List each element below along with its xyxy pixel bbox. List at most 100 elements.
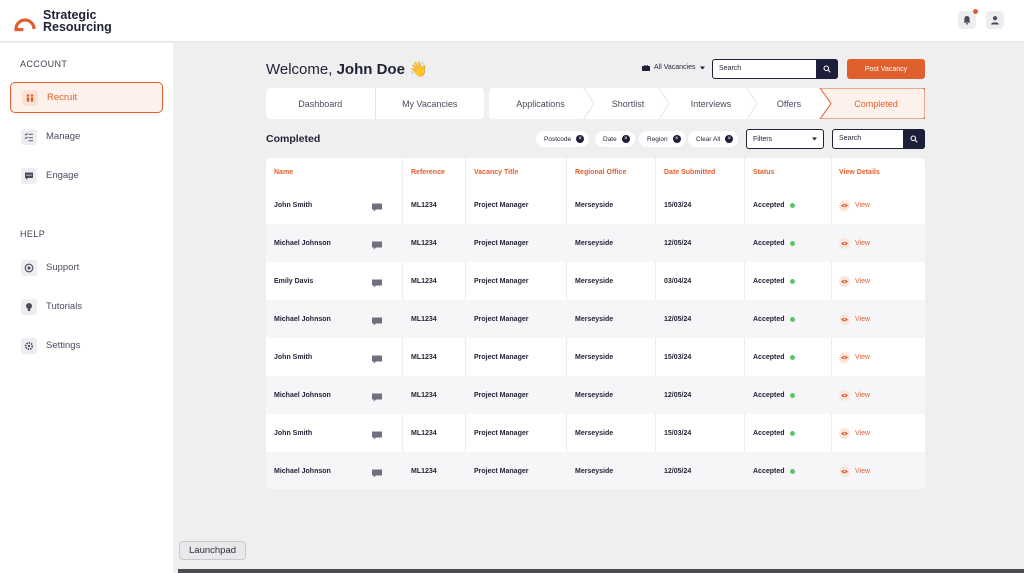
cell-reference: ML1234 <box>411 239 437 247</box>
bell-icon <box>963 16 971 25</box>
table-search-button[interactable] <box>903 129 925 149</box>
tab-offers[interactable]: Offers <box>753 88 825 119</box>
cell-status: Accepted <box>753 338 795 376</box>
sidebar-item-recruit[interactable]: Recruit <box>10 82 163 113</box>
view-details-link[interactable]: View <box>839 300 870 338</box>
table-row[interactable]: Michael Johnson ML1234 Project Manager Mers… <box>266 376 925 414</box>
header-search-button[interactable] <box>816 59 838 79</box>
sidebar-item-support[interactable]: Support <box>10 252 163 283</box>
tab-completed[interactable]: Completed <box>827 88 925 119</box>
search-icon <box>823 65 831 73</box>
cell-name: Emily Davis <box>274 277 314 285</box>
dock-bar <box>178 569 1024 573</box>
cell-reference: ML1234 <box>411 277 437 285</box>
message-icon[interactable] <box>372 389 382 402</box>
column-header-name[interactable]: Name <box>274 158 293 186</box>
close-icon[interactable]: × <box>621 135 630 143</box>
notification-dot <box>973 9 978 14</box>
table-search-input[interactable]: Search <box>832 129 925 149</box>
notifications-button[interactable] <box>958 9 978 29</box>
column-header-vacancy-title[interactable]: Vacancy Title <box>474 158 518 186</box>
cell-regional-office: Merseyside <box>575 239 614 247</box>
filter-chip-date[interactable]: Date × <box>595 131 635 147</box>
vacancy-select[interactable]: All Vacancies <box>642 64 705 71</box>
message-icon[interactable] <box>372 275 382 288</box>
filter-chip-postcode[interactable]: Postcode × <box>536 131 590 147</box>
column-header-reference[interactable]: Reference <box>411 158 445 186</box>
view-details-link[interactable]: View <box>839 186 870 224</box>
column-header-view-details[interactable]: View Details <box>839 158 880 186</box>
stage-tabs: Applications Shortlist Interviews Offers… <box>489 88 925 119</box>
tab-my-vacancies[interactable]: My Vacancies <box>376 88 485 119</box>
filter-chip-clear-all[interactable]: Clear All × <box>688 131 739 147</box>
cell-regional-office: Merseyside <box>575 315 614 323</box>
sidebar-item-engage[interactable]: Engage <box>10 160 163 191</box>
filters-dropdown[interactable]: Filters <box>746 129 824 149</box>
sidebar-item-settings[interactable]: Settings <box>10 330 163 361</box>
table-row[interactable]: John Smith ML1234 Project Manager Merseysid… <box>266 338 925 376</box>
view-details-link[interactable]: View <box>839 452 870 489</box>
view-label: View <box>855 315 871 323</box>
table-row[interactable]: Michael Johnson ML1234 Project Manager Mers… <box>266 224 925 262</box>
sidebar-item-label: Manage <box>46 131 81 142</box>
table-row[interactable]: Michael Johnson ML1234 Project Manager Mers… <box>266 300 925 338</box>
tab-dashboard[interactable]: Dashboard <box>266 88 376 119</box>
cell-vacancy-title: Project Manager <box>474 277 529 285</box>
message-icon[interactable] <box>372 313 382 326</box>
message-icon[interactable] <box>372 351 382 364</box>
view-details-link[interactable]: View <box>839 262 870 300</box>
cell-date-submitted: 15/03/24 <box>664 429 692 437</box>
close-icon[interactable]: × <box>672 135 681 143</box>
filter-chip-region[interactable]: Region × <box>639 131 686 147</box>
cell-status: Accepted <box>753 224 795 262</box>
close-icon[interactable]: × <box>576 135 585 143</box>
table-header: Name Reference Vacancy Title Regional Of… <box>266 158 925 186</box>
sidebar-item-manage[interactable]: Manage <box>10 121 163 152</box>
table-row[interactable]: Michael Johnson ML1234 Project Manager Mers… <box>266 452 925 489</box>
briefcase-icon <box>642 64 650 71</box>
logo-line-2: Resourcing <box>43 20 112 34</box>
status-label: Accepted <box>753 467 785 475</box>
logo-mark-icon <box>13 10 37 32</box>
launchpad-tooltip: Launchpad <box>179 541 247 560</box>
header-search-placeholder: Search <box>719 65 742 72</box>
cell-reference: ML1234 <box>411 429 437 437</box>
post-vacancy-button[interactable]: Post Vacancy <box>847 59 925 79</box>
cell-vacancy-title: Project Manager <box>474 201 529 209</box>
logo[interactable]: Strategic Resourcing <box>13 9 112 33</box>
column-header-date-submitted[interactable]: Date Submitted <box>664 158 715 186</box>
view-details-link[interactable]: View <box>839 224 870 262</box>
column-header-status[interactable]: Status <box>753 158 774 186</box>
message-icon[interactable] <box>372 465 382 478</box>
table-row[interactable]: Emily Davis ML1234 Project Manager Merseysi… <box>266 262 925 300</box>
status-label: Accepted <box>753 277 785 285</box>
view-details-link[interactable]: View <box>839 376 870 414</box>
sidebar-item-tutorials[interactable]: Tutorials <box>10 291 163 322</box>
cell-status: Accepted <box>753 414 795 452</box>
status-dot <box>789 354 795 360</box>
top-icons <box>958 9 1004 29</box>
table-row[interactable]: John Smith ML1234 Project Manager Merseysid… <box>266 186 925 224</box>
tab-shortlist[interactable]: Shortlist <box>589 88 667 119</box>
top-bar: Strategic Resourcing <box>0 0 1024 42</box>
cell-vacancy-title: Project Manager <box>474 467 529 475</box>
message-icon[interactable] <box>372 237 382 250</box>
view-label: View <box>855 391 871 399</box>
cell-vacancy-title: Project Manager <box>474 315 529 323</box>
header-search-input[interactable]: Search <box>712 59 838 79</box>
message-icon[interactable] <box>372 199 382 212</box>
view-details-link[interactable]: View <box>839 414 870 452</box>
table-row[interactable]: John Smith ML1234 Project Manager Merseysid… <box>266 414 925 452</box>
status-dot <box>789 316 795 322</box>
profile-button[interactable] <box>986 11 1004 29</box>
search-icon <box>910 135 918 143</box>
message-icon[interactable] <box>372 427 382 440</box>
tab-applications[interactable]: Applications <box>489 88 592 119</box>
tab-interviews[interactable]: Interviews <box>664 88 758 119</box>
eye-icon <box>839 313 850 325</box>
column-header-regional-office[interactable]: Regional Office <box>575 158 626 186</box>
cell-status: Accepted <box>753 262 795 300</box>
close-icon[interactable]: × <box>725 135 734 143</box>
view-details-link[interactable]: View <box>839 338 870 376</box>
status-label: Accepted <box>753 353 785 361</box>
